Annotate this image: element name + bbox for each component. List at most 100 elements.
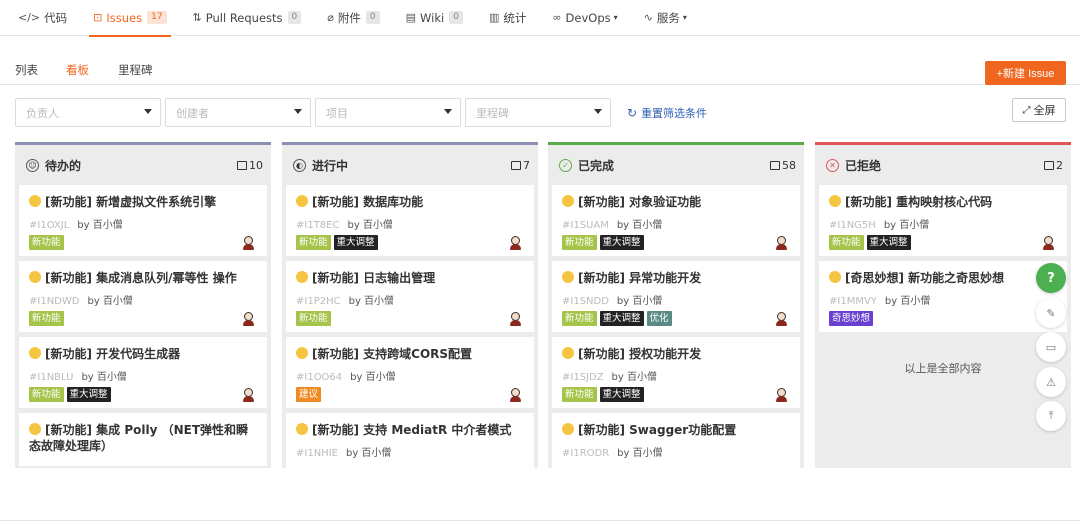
issue-label[interactable]: 新功能	[29, 387, 64, 402]
edit-button[interactable]: ✎	[1036, 298, 1066, 328]
issue-id[interactable]: #I1RODR	[562, 448, 609, 459]
issue-label[interactable]: 重大调整	[333, 235, 378, 250]
sub-nav: 列表 看板 里程碑	[0, 52, 1080, 85]
issue-id[interactable]: #I1SNDD	[562, 296, 609, 307]
issue-label[interactable]: 重大调整	[866, 235, 911, 250]
tab-count-badge: 0	[287, 11, 302, 24]
issue-title[interactable]: [新功能] 集成 Polly （NET弹性和瞬态故障处理库）	[29, 422, 257, 454]
avatar[interactable]	[775, 388, 788, 402]
issue-label[interactable]: 重大调整	[599, 387, 644, 402]
tab-board[interactable]: 看板	[66, 62, 89, 78]
issue-card[interactable]: [新功能] 支持跨域CORS配置 #I1OO64 by 百小僧 建议	[286, 337, 534, 408]
issue-title[interactable]: [新功能] 授权功能开发	[562, 346, 790, 362]
issue-id[interactable]: #I1T8EC	[296, 220, 339, 231]
issue-card[interactable]: [新功能] 日志输出管理 #I1P2HC by 百小僧 新功能	[286, 261, 534, 332]
avatar[interactable]	[775, 236, 788, 250]
issue-card[interactable]: [新功能] 授权功能开发 #I1SJDZ by 百小僧 新功能 重大调整	[552, 337, 800, 408]
avatar[interactable]	[242, 388, 255, 402]
issue-title[interactable]: [新功能] Swagger功能配置	[562, 422, 790, 438]
issue-title[interactable]: [新功能] 集成消息队列/幂等性 操作	[29, 270, 257, 286]
issue-id[interactable]: #I1NDWD	[29, 296, 79, 307]
tab-list[interactable]: 列表	[15, 62, 38, 78]
column-todo: ☺ 待办的 10 [新功能] 新增虚拟文件系统引擎 #I1OXJL by 百小僧 新功能 [新…	[15, 142, 271, 468]
issue-label[interactable]: 新功能	[829, 235, 864, 250]
project-filter[interactable]: 项目	[315, 98, 461, 127]
issue-id[interactable]: #I1SJDZ	[562, 372, 604, 383]
issue-card[interactable]: [新功能] 集成 Polly （NET弹性和瞬态故障处理库）	[19, 413, 267, 466]
tab-milestone[interactable]: 里程碑	[118, 62, 153, 78]
issue-label[interactable]: 新功能	[296, 311, 331, 326]
issue-card[interactable]: [新功能] 对象验证功能 #I1SUAM by 百小僧 新功能 重大调整	[552, 185, 800, 256]
tab-stats[interactable]: ▥ 统计	[489, 0, 526, 36]
issue-id[interactable]: #I1P2HC	[296, 296, 341, 307]
issue-id[interactable]: #I1NHIE	[296, 448, 338, 459]
issue-card[interactable]: [新功能] 数据库功能 #I1T8EC by 百小僧 新功能 重大调整	[286, 185, 534, 256]
feedback-button[interactable]: ▭	[1036, 332, 1066, 362]
issue-card[interactable]: [新功能] 支持 MediatR 中介者模式 #I1NHIE by 百小僧	[286, 413, 534, 468]
issue-title[interactable]: [新功能] 数据库功能	[296, 194, 524, 210]
issue-card[interactable]: [奇思妙想] 新功能之奇思妙想 #I1MMVY by 百小僧 奇思妙想	[819, 261, 1067, 332]
avatar-body	[243, 396, 254, 402]
tab-devops[interactable]: ∞ DevOps ▾	[552, 0, 617, 36]
issue-id[interactable]: #I1OXJL	[29, 220, 69, 231]
issue-title[interactable]: [新功能] 新增虚拟文件系统引擎	[29, 194, 257, 210]
issue-card[interactable]: [新功能] Swagger功能配置 #I1RODR by 百小僧	[552, 413, 800, 468]
issue-card[interactable]: [新功能] 集成消息队列/幂等性 操作 #I1NDWD by 百小僧 新功能	[19, 261, 267, 332]
column-count-value: 2	[1056, 159, 1063, 172]
issue-label[interactable]: 新功能	[29, 311, 64, 326]
issue-id[interactable]: #I1SUAM	[562, 220, 609, 231]
issue-card[interactable]: [新功能] 开发代码生成器 #I1NBLU by 百小僧 新功能 重大调整	[19, 337, 267, 408]
issue-label[interactable]: 重大调整	[66, 387, 111, 402]
pull-request-icon: ⇅	[192, 11, 202, 24]
issue-title[interactable]: [新功能] 重构映射核心代码	[829, 194, 1057, 210]
tab-issues[interactable]: ⊡ Issues 17	[89, 0, 171, 37]
issue-id[interactable]: #I1OO64	[296, 372, 342, 383]
report-button[interactable]: ⚠	[1036, 367, 1066, 397]
issue-title[interactable]: [新功能] 对象验证功能	[562, 194, 790, 210]
issue-card[interactable]: [新功能] 异常功能开发 #I1SNDD by 百小僧 新功能 重大调整 优化	[552, 261, 800, 332]
tab-code[interactable]: </> 代码	[18, 0, 67, 36]
creator-filter[interactable]: 创建者	[165, 98, 311, 127]
new-issue-button[interactable]: +新建 Issue	[985, 61, 1066, 85]
issue-id[interactable]: #I1NG5H	[829, 220, 876, 231]
issue-labels: 新功能 重大调整 优化	[562, 311, 790, 326]
reset-filters-link[interactable]: ↻ 重置筛选条件	[627, 105, 707, 121]
avatar[interactable]	[242, 312, 255, 326]
avatar[interactable]	[775, 312, 788, 326]
issue-id[interactable]: #I1NBLU	[29, 372, 73, 383]
milestone-filter[interactable]: 里程碑	[465, 98, 611, 127]
issue-title[interactable]: [奇思妙想] 新功能之奇思妙想	[829, 270, 1057, 286]
help-button[interactable]: ?	[1036, 263, 1066, 293]
issue-title[interactable]: [新功能] 支持 MediatR 中介者模式	[296, 422, 524, 438]
avatar[interactable]	[509, 312, 522, 326]
issue-label[interactable]: 重大调整	[599, 235, 644, 250]
issue-label[interactable]: 新功能	[562, 311, 597, 326]
issue-card[interactable]: [新功能] 重构映射核心代码 #I1NG5H by 百小僧 新功能 重大调整	[819, 185, 1067, 256]
issue-label[interactable]: 奇思妙想	[829, 311, 874, 326]
issue-label[interactable]: 新功能	[562, 235, 597, 250]
tab-wiki[interactable]: ▤ Wiki 0	[406, 0, 463, 36]
issue-card[interactable]: [新功能] 新增虚拟文件系统引擎 #I1OXJL by 百小僧 新功能	[19, 185, 267, 256]
avatar[interactable]	[242, 236, 255, 250]
issue-title[interactable]: [新功能] 开发代码生成器	[29, 346, 257, 362]
issue-label[interactable]: 新功能	[29, 235, 64, 250]
issue-label[interactable]: 优化	[646, 311, 672, 326]
issue-title[interactable]: [新功能] 支持跨域CORS配置	[296, 346, 524, 362]
tab-attachments[interactable]: ⌀ 附件 0	[327, 0, 380, 36]
issue-id[interactable]: #I1MMVY	[829, 296, 877, 307]
tab-pull-requests[interactable]: ⇅ Pull Requests 0	[193, 0, 302, 36]
avatar[interactable]	[509, 236, 522, 250]
avatar[interactable]	[1042, 236, 1055, 250]
back-to-top-button[interactable]: ⤒	[1036, 401, 1066, 431]
issue-title[interactable]: [新功能] 日志输出管理	[296, 270, 524, 286]
issue-label[interactable]: 重大调整	[599, 311, 644, 326]
fullscreen-button[interactable]: ⤢ 全屏	[1012, 98, 1066, 122]
tab-services[interactable]: ∿ 服务 ▾	[644, 0, 687, 36]
assignee-filter[interactable]: 负责人	[15, 98, 161, 127]
avatar[interactable]	[509, 388, 522, 402]
issue-label[interactable]: 新功能	[562, 387, 597, 402]
tab-label: Pull Requests	[205, 10, 283, 25]
issue-label[interactable]: 建议	[296, 387, 322, 402]
issue-title[interactable]: [新功能] 异常功能开发	[562, 270, 790, 286]
issue-label[interactable]: 新功能	[296, 235, 331, 250]
